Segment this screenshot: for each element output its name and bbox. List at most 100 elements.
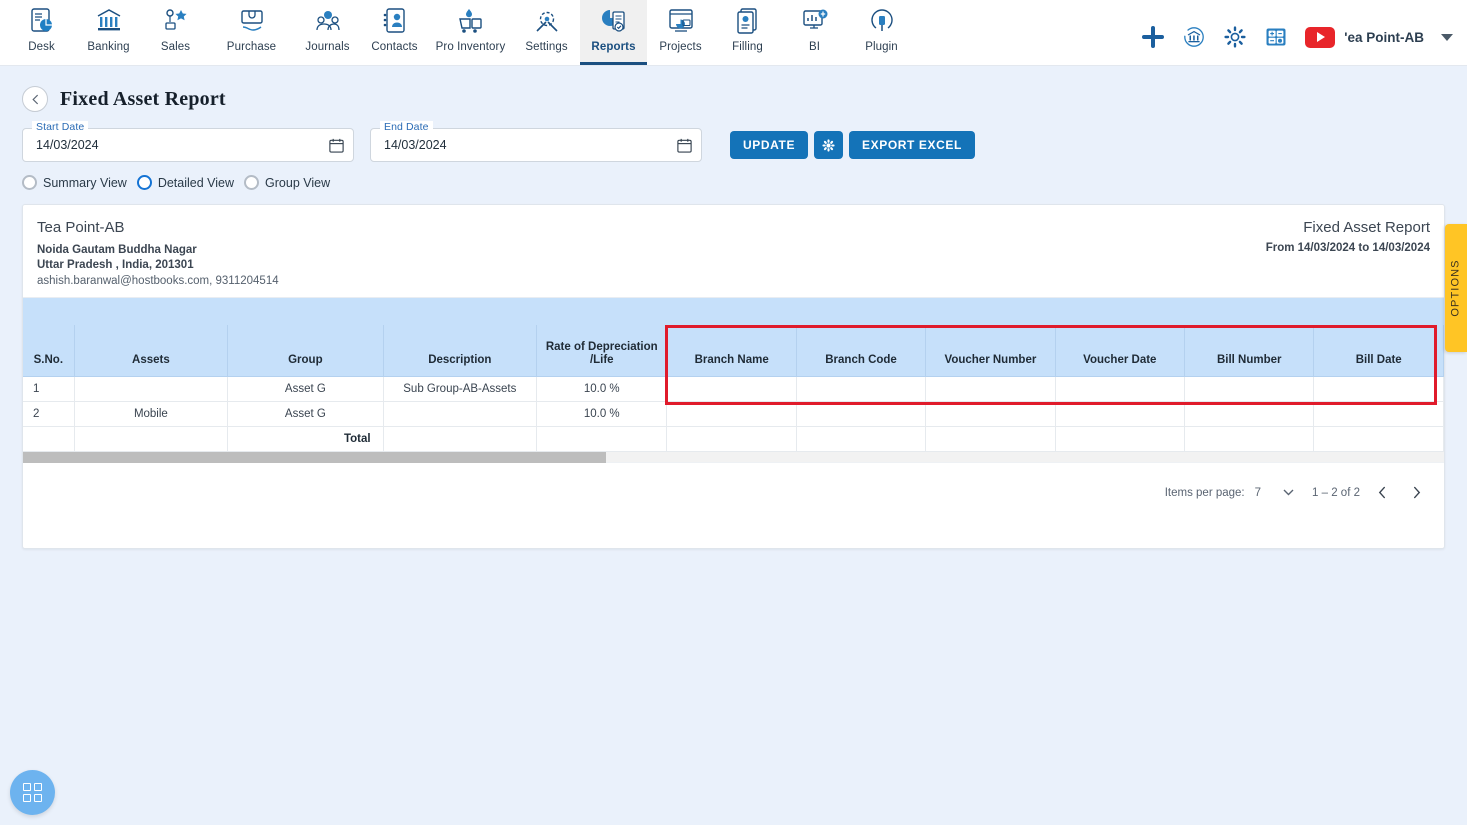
calculator-icon[interactable] <box>1264 25 1288 49</box>
cell-total-bill-number <box>1184 426 1315 452</box>
col-header-voucher-number[interactable]: Voucher Number <box>925 325 1056 377</box>
gear-icon[interactable] <box>1223 25 1247 49</box>
fixed-asset-table: S.No. Assets Group Description Rate of D… <box>23 298 1444 452</box>
report-card: Tea Point-AB Noida Gautam Buddha Nagar U… <box>22 204 1445 549</box>
cell-assets <box>74 376 229 402</box>
col-header-bill-date[interactable]: Bill Date <box>1313 325 1444 377</box>
apps-grid-fab[interactable] <box>10 770 55 815</box>
table-row[interactable]: 2 Mobile Asset G 10.0 % <box>23 401 1444 427</box>
column-settings-button[interactable] <box>814 131 844 159</box>
col-header-bill-number[interactable]: Bill Number <box>1184 325 1315 377</box>
cell-description: Sub Group-AB-Assets <box>383 376 538 402</box>
start-date-field[interactable]: Start Date <box>22 121 354 162</box>
end-date-label: End Date <box>380 121 433 133</box>
radio-dot-selected <box>136 175 152 190</box>
grid-cell <box>34 783 42 791</box>
col-header-group[interactable]: Group <box>227 325 384 377</box>
contacts-icon <box>380 5 410 37</box>
nav-item-reports[interactable]: Reports <box>580 0 647 65</box>
previous-page-button[interactable] <box>1370 481 1394 505</box>
gear-icon <box>822 138 835 152</box>
col-header-voucher-date[interactable]: Voucher Date <box>1055 325 1186 377</box>
page-title: Fixed Asset Report <box>60 87 226 110</box>
youtube-icon[interactable] <box>1305 26 1336 48</box>
report-title: Fixed Asset Report <box>1303 219 1430 236</box>
scrollbar-thumb[interactable] <box>23 451 606 463</box>
cell-branch-name <box>666 376 797 402</box>
col-header-rate[interactable]: Rate of Depreciation /Life <box>536 325 668 377</box>
cell-group: Asset G <box>227 401 384 427</box>
cell-sno: 2 <box>23 401 75 427</box>
projects-icon <box>666 5 696 37</box>
options-tab-label: OPTIONS <box>1450 259 1462 317</box>
radio-detailed-view[interactable]: Detailed View <box>136 175 235 190</box>
nav-item-plugin[interactable]: Plugin <box>848 0 915 65</box>
cell-assets: Mobile <box>74 401 229 427</box>
company-name-label[interactable]: 'ea Point-AB <box>1344 30 1424 45</box>
cell-bill-date <box>1313 376 1444 402</box>
radio-group-view[interactable]: Group View <box>244 175 330 190</box>
nav-item-journals[interactable]: Journals <box>294 0 361 65</box>
radio-summary-view[interactable]: Summary View <box>22 175 127 190</box>
nav-label: Plugin <box>865 41 898 53</box>
nav-item-settings[interactable]: Settings <box>513 0 580 65</box>
cell-sno: 1 <box>23 376 75 402</box>
cell-rate: 10.0 % <box>536 376 668 402</box>
export-excel-button[interactable]: EXPORT EXCEL <box>849 131 975 159</box>
cell-branch-code <box>796 401 927 427</box>
radio-label: Detailed View <box>157 175 235 190</box>
col-header-assets[interactable]: Assets <box>74 325 229 377</box>
table-head: S.No. Assets Group Description Rate of D… <box>23 298 1444 377</box>
nav-label: Pro Inventory <box>435 41 506 53</box>
radio-dot <box>244 175 260 190</box>
nav-item-banking[interactable]: Banking <box>75 0 142 65</box>
calendar-icon[interactable] <box>673 134 695 156</box>
col-header-branch-code[interactable]: Branch Code <box>796 325 927 377</box>
filter-actions: UPDATE EXPORT EXCEL <box>730 131 975 159</box>
reports-icon <box>599 5 629 37</box>
company-block: Tea Point-AB Noida Gautam Buddha Nagar U… <box>37 219 279 287</box>
nav-label: Sales <box>160 41 191 53</box>
end-date-input[interactable] <box>382 137 673 153</box>
top-navigation-bar: Desk Banking Sales Purchase Journals Con… <box>0 0 1467 66</box>
start-date-input[interactable] <box>34 137 325 153</box>
nav-label: Desk <box>28 41 55 53</box>
bank-refresh-icon[interactable] <box>1182 25 1206 49</box>
nav-item-pro-inventory[interactable]: Pro Inventory <box>428 0 513 65</box>
cell-voucher-date <box>1055 376 1186 402</box>
nav-item-sales[interactable]: Sales <box>142 0 209 65</box>
company-address-line-1: Noida Gautam Buddha Nagar <box>37 244 197 256</box>
cell-bill-date <box>1313 401 1444 427</box>
nav-item-purchase[interactable]: Purchase <box>209 0 294 65</box>
table-row[interactable]: 1 Asset G Sub Group-AB-Assets 10.0 % <box>23 376 1444 402</box>
nav-item-projects[interactable]: Projects <box>647 0 714 65</box>
back-button[interactable] <box>22 86 48 112</box>
purchase-icon <box>237 5 267 37</box>
table-band-cell <box>23 298 1444 325</box>
end-date-field[interactable]: End Date <box>370 121 702 162</box>
calendar-icon[interactable] <box>325 134 347 156</box>
col-header-description[interactable]: Description <box>383 325 538 377</box>
col-header-branch-name[interactable]: Branch Name <box>666 325 797 377</box>
plus-icon[interactable] <box>1141 25 1165 49</box>
table-wrapper: S.No. Assets Group Description Rate of D… <box>23 298 1444 452</box>
nav-item-contacts[interactable]: Contacts <box>361 0 428 65</box>
items-per-page-label: Items per page: <box>1164 486 1245 499</box>
radio-label: Summary View <box>43 175 127 190</box>
col-header-sno[interactable]: S.No. <box>23 325 75 377</box>
options-side-tab[interactable]: OPTIONS <box>1445 224 1467 352</box>
cell-total-bill-date <box>1313 426 1444 452</box>
grid-cell <box>23 794 31 802</box>
cell-total-branch-name <box>666 426 797 452</box>
cell-voucher-number <box>925 401 1056 427</box>
nav-item-bi[interactable]: BI <box>781 0 848 65</box>
items-per-page-select[interactable]: 7 <box>1255 487 1294 499</box>
update-button[interactable]: UPDATE <box>730 131 809 159</box>
cell-total-assets <box>74 426 229 452</box>
pagination-range-label: 1 – 2 of 2 <box>1312 486 1360 499</box>
nav-item-desk[interactable]: Desk <box>8 0 75 65</box>
nav-item-filling[interactable]: Filling <box>714 0 781 65</box>
next-page-button[interactable] <box>1404 481 1428 505</box>
table-horizontal-scrollbar[interactable] <box>23 451 1444 463</box>
chevron-down-icon[interactable] <box>1441 33 1453 41</box>
